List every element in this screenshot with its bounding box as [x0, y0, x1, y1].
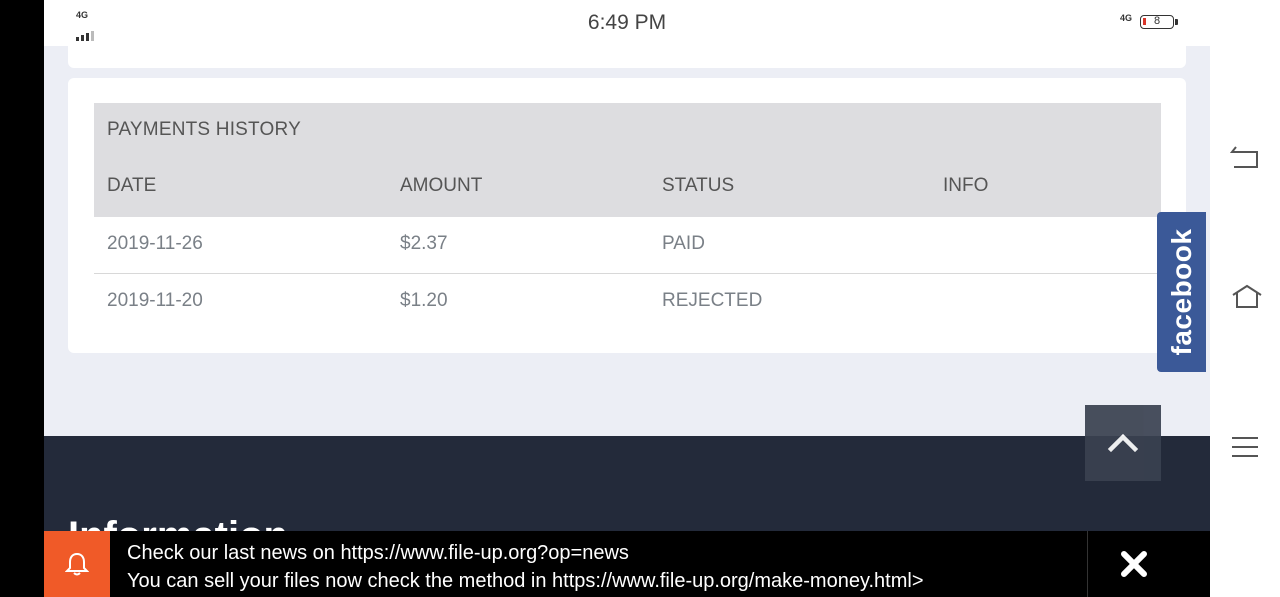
chevron-up-icon [1107, 433, 1139, 453]
cell-amount: $2.37 [400, 233, 448, 254]
facebook-tab[interactable]: facebook [1157, 212, 1206, 372]
scroll-to-top-button[interactable] [1085, 405, 1161, 481]
battery-icon: 8 [1140, 15, 1178, 29]
bell-icon [65, 552, 89, 576]
column-header-info: INFO [943, 175, 989, 196]
cell-date: 2019-11-20 [107, 290, 203, 311]
close-icon [1121, 551, 1147, 577]
system-navigation-bar [1210, 0, 1280, 597]
notice-line-news[interactable]: Check our last news on https://www.file-… [127, 539, 924, 567]
payments-title: PAYMENTS HISTORY [107, 119, 301, 140]
cell-status: REJECTED [662, 290, 763, 311]
browser-screen: 4G 6:49 PM 4G 8 PAYMENTS HISTORY DATE AM… [44, 0, 1210, 597]
column-header-amount: AMOUNT [400, 175, 483, 196]
notification-bell-button[interactable] [44, 531, 110, 597]
table-row: 2019-11-20 $1.20 REJECTED [94, 274, 1161, 330]
menu-icon[interactable] [1230, 434, 1260, 460]
cell-status: PAID [662, 233, 705, 254]
status-bar: 4G 6:49 PM 4G 8 [44, 0, 1210, 46]
payments-table-header: PAYMENTS HISTORY DATE AMOUNT STATUS INFO [94, 103, 1161, 217]
column-header-status: STATUS [662, 175, 735, 196]
home-icon[interactable] [1230, 283, 1264, 311]
cell-date: 2019-11-26 [107, 233, 203, 254]
clock: 6:49 PM [587, 11, 667, 34]
facebook-label: facebook [1165, 228, 1197, 356]
network-type-right: 4G [1119, 13, 1132, 23]
column-header-date: DATE [107, 175, 157, 196]
table-row: 2019-11-26 $2.37 PAID [94, 217, 1161, 274]
back-icon[interactable] [1230, 143, 1260, 171]
left-bezel [0, 0, 44, 597]
notice-line-sell[interactable]: You can sell your files now check the me… [127, 567, 924, 595]
news-notice-bar: Check our last news on https://www.file-… [44, 531, 1210, 597]
previous-card-edge [68, 46, 1186, 68]
payments-card: PAYMENTS HISTORY DATE AMOUNT STATUS INFO… [68, 78, 1186, 353]
close-notice-button[interactable] [1088, 531, 1210, 597]
cell-amount: $1.20 [400, 290, 448, 311]
notice-text: Check our last news on https://www.file-… [127, 539, 924, 595]
